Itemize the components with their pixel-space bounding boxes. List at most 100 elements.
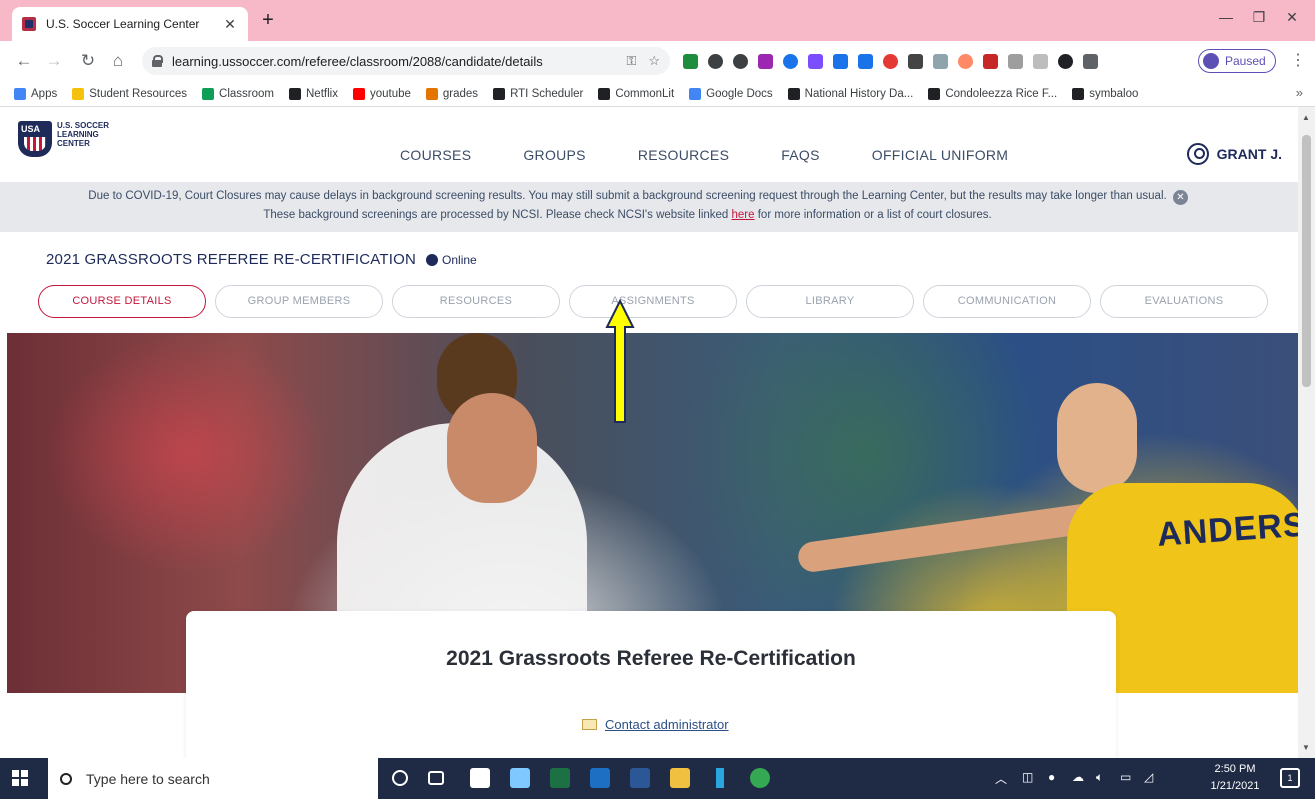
bookmarks-overflow-icon[interactable]: » [1296, 85, 1303, 100]
notice-line-1: Due to COVID-19, Court Closures may caus… [88, 190, 1167, 202]
onedrive-icon[interactable]: ☁ [1072, 770, 1084, 784]
notice-here-link[interactable]: here [732, 209, 755, 221]
scroll-thumb[interactable] [1302, 135, 1311, 387]
address-bar[interactable]: learning.ussoccer.com/referee/classroom/… [142, 47, 670, 75]
bookmark-item[interactable]: CommonLit [598, 87, 674, 100]
extension-icon[interactable] [683, 54, 698, 69]
bookmark-item[interactable]: youtube [352, 87, 411, 100]
extension-icon[interactable] [758, 54, 773, 69]
tab-evaluations[interactable]: EVALUATIONS [1100, 285, 1268, 318]
restore-icon[interactable]: ❐ [1248, 9, 1270, 26]
nav-groups[interactable]: GROUPS [523, 147, 585, 163]
outlook-icon[interactable] [590, 768, 610, 788]
extension-icon[interactable] [883, 54, 898, 69]
bookmark-label: youtube [369, 87, 411, 100]
window-close-icon[interactable]: ✕ [1281, 9, 1303, 26]
taskbar-search[interactable]: Type here to search [48, 758, 378, 799]
new-tab-icon[interactable]: + [258, 10, 278, 30]
tray-app-icon[interactable]: ● [1048, 770, 1055, 784]
nav-official-uniform[interactable]: OFFICIAL UNIFORM [872, 147, 1009, 163]
extension-icon[interactable] [908, 54, 923, 69]
nav-courses[interactable]: COURSES [400, 147, 471, 163]
extension-icon[interactable] [958, 54, 973, 69]
task-view-icon[interactable] [428, 771, 444, 785]
contact-administrator-link[interactable]: Contact administrator [582, 717, 729, 732]
covid-notice-banner: Due to COVID-19, Court Closures may caus… [0, 182, 1298, 232]
file-explorer-icon[interactable] [670, 768, 690, 788]
volume-icon[interactable]: 🔈︎ [1096, 770, 1103, 785]
network-icon[interactable]: ◿ [1144, 770, 1153, 784]
extension-icon[interactable] [708, 54, 723, 69]
tab-library[interactable]: LIBRARY [746, 285, 914, 318]
scroll-up-icon[interactable]: ▲ [1302, 113, 1310, 122]
tray-app-icon[interactable]: ◫ [1022, 770, 1033, 784]
extension-icon[interactable] [808, 54, 823, 69]
bookmark-item[interactable]: Google Docs [689, 87, 773, 100]
dropbox-icon[interactable] [510, 768, 530, 788]
extension-icon[interactable] [833, 54, 848, 69]
extension-icon[interactable] [1008, 54, 1023, 69]
extension-icon[interactable] [933, 54, 948, 69]
nav-resources[interactable]: RESOURCES [638, 147, 729, 163]
forward-icon[interactable]: → [44, 51, 64, 71]
key-icon[interactable]: ⚿ [626, 53, 636, 69]
bookmark-item[interactable]: grades [425, 87, 478, 100]
site-logo[interactable]: U.S. SOCCER LEARNING CENTER [18, 121, 131, 157]
bookmark-item[interactable]: symbaloo [1072, 87, 1138, 100]
system-clock[interactable]: 2:50 PM 1/21/2021 [1205, 761, 1265, 795]
bookmark-star-icon[interactable]: ☆ [648, 53, 660, 69]
cortana-icon[interactable] [392, 770, 408, 786]
tab-resources[interactable]: RESOURCES [392, 285, 560, 318]
minimize-icon[interactable]: — [1215, 9, 1237, 25]
tab-group-members[interactable]: GROUP MEMBERS [215, 285, 383, 318]
profile-button[interactable]: Paused [1198, 49, 1276, 73]
app-icon[interactable] [716, 768, 724, 788]
reload-icon[interactable]: ↻ [78, 51, 98, 71]
home-icon[interactable]: ⌂ [108, 51, 128, 71]
tray-chevron-icon[interactable]: ︿ [995, 770, 1007, 787]
bookmark-item[interactable]: Classroom [202, 87, 274, 100]
browser-tab[interactable]: U.S. Soccer Learning Center ✕ [12, 7, 248, 41]
battery-icon[interactable]: ▭ [1120, 770, 1131, 784]
store-icon[interactable] [470, 768, 490, 788]
bookmark-label: Google Docs [706, 87, 773, 100]
bookmark-item[interactable]: National History Da... [787, 87, 913, 100]
word-icon[interactable] [630, 768, 650, 788]
chrome-menu-icon[interactable]: ⋮ [1290, 50, 1306, 70]
bookmark-icon [1072, 87, 1085, 100]
bookmark-item[interactable]: Student Resources [72, 87, 187, 100]
bookmark-item[interactable]: RTI Scheduler [493, 87, 584, 100]
clock-time: 2:50 PM [1214, 763, 1256, 775]
scroll-down-icon[interactable]: ▼ [1302, 743, 1310, 752]
extension-icon[interactable] [983, 54, 998, 69]
page-scrollbar[interactable]: ▲ ▼ [1298, 107, 1315, 758]
extension-icon[interactable] [733, 54, 748, 69]
user-menu[interactable]: GRANT J. [1186, 143, 1282, 165]
bookmark-item[interactable]: Condoleezza Rice F... [928, 87, 1057, 100]
ussoccer-favicon-icon [22, 17, 36, 31]
extension-icon[interactable] [1033, 54, 1048, 69]
user-name: GRANT J. [1216, 146, 1282, 162]
excel-icon[interactable] [550, 768, 570, 788]
back-icon[interactable]: ← [14, 51, 34, 71]
tab-course-details[interactable]: COURSE DETAILS [38, 285, 206, 318]
chrome-icon[interactable] [750, 768, 770, 788]
tab-communication[interactable]: COMMUNICATION [923, 285, 1091, 318]
nav-faqs[interactable]: FAQS [781, 147, 820, 163]
extensions-puzzle-icon[interactable] [1058, 54, 1073, 69]
bookmark-icon [787, 87, 800, 100]
bookmark-item[interactable]: Apps [14, 87, 57, 100]
cast-icon[interactable] [1083, 54, 1098, 69]
extension-icon[interactable] [858, 54, 873, 69]
tab-close-icon[interactable]: ✕ [222, 16, 238, 33]
bookmark-item[interactable]: Netflix [289, 87, 338, 100]
windows-start-icon[interactable] [12, 770, 28, 786]
extension-icon[interactable] [783, 54, 798, 69]
notification-center-icon[interactable]: 1 [1280, 768, 1300, 788]
tab-assignments[interactable]: ASSIGNMENTS [569, 285, 737, 318]
bookmark-label: RTI Scheduler [510, 87, 584, 100]
hero-player-head [447, 393, 537, 503]
bookmark-icon [352, 87, 365, 100]
notice-close-icon[interactable]: ✕ [1173, 190, 1188, 205]
site-header: U.S. SOCCER LEARNING CENTER COURSES GROU… [0, 107, 1298, 182]
